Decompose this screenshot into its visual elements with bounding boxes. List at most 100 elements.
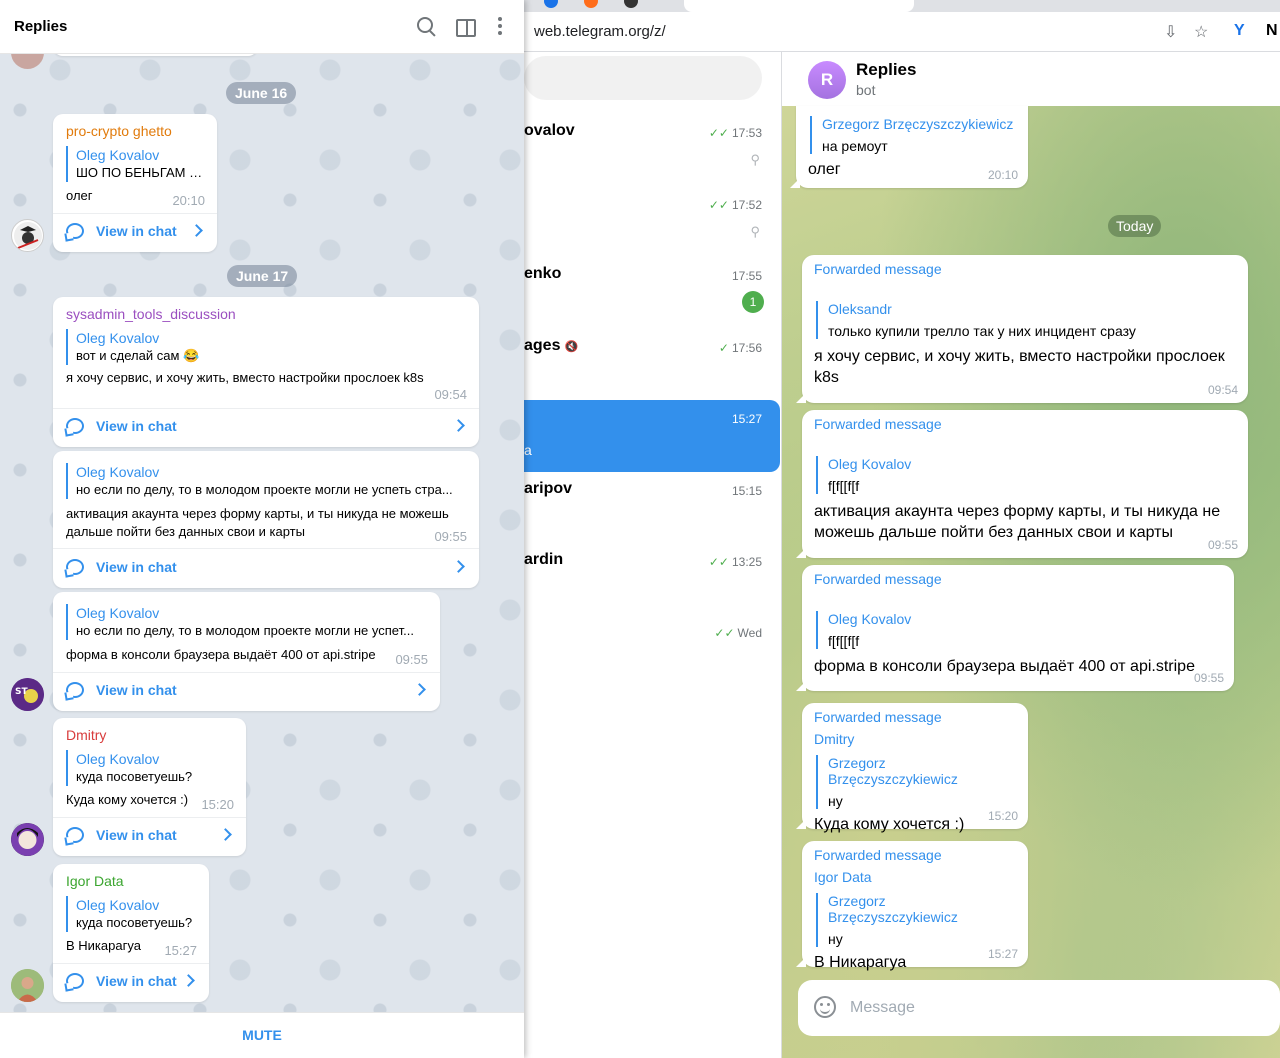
list-item[interactable]: pro-crypto ghetto Oleg Kovalov ШО ПО БЕН…	[53, 114, 217, 252]
message-text: форма в консоли браузера выдаёт 400 от a…	[814, 658, 1195, 675]
list-item[interactable]: sysadmin_tools_discussion Oleg Kovalov в…	[53, 297, 479, 447]
list-item[interactable]: Igor Data Oleg Kovalov куда посоветуешь?…	[53, 864, 209, 1002]
message-bubble[interactable]: Forwarded message Oleg Kovalov f[f[[f[f …	[796, 410, 1248, 558]
sender-name[interactable]: Dmitry	[66, 727, 106, 743]
emoji-icon[interactable]	[814, 996, 836, 1018]
view-in-chat-button[interactable]: View in chat	[65, 967, 199, 997]
url-text[interactable]: web.telegram.org/z/	[534, 23, 666, 40]
view-in-chat-button[interactable]: View in chat	[65, 553, 469, 583]
quoted-reply[interactable]: Oleg Kovalov ШО ПО БЕНЬГАМ ???	[66, 146, 204, 182]
quoted-reply[interactable]: Oleg Kovalov куда посоветуешь?	[66, 896, 196, 932]
message-bubble[interactable]: Forwarded message Dmitry Grzegorz Brzęcz…	[796, 703, 1028, 833]
chat-name: aripov	[524, 480, 573, 497]
message-bubble[interactable]: Forwarded message Oleg Kovalov f[f[[f[f …	[796, 565, 1234, 691]
quoted-reply[interactable]: Oleg Kovalov куда посоветуешь?	[66, 750, 233, 786]
chevron-right-icon	[452, 560, 465, 573]
chat-item-active[interactable]: a 15:27	[524, 400, 780, 472]
message-text: активация акаунта через форму карты, и т…	[66, 506, 449, 539]
comment-icon	[66, 559, 84, 575]
chat-item[interactable]: ✓✓ 17:52 ⚲	[524, 186, 780, 258]
star-icon[interactable]: ☆	[1194, 22, 1208, 42]
list-item[interactable]: Oleg Kovalov но если по делу, то в молод…	[53, 592, 440, 711]
comment-icon	[66, 827, 84, 843]
view-in-chat-button[interactable]: View in chat	[65, 821, 236, 851]
chat-time: ✓✓ 17:52	[708, 198, 762, 212]
forwarded-label: Forwarded message	[814, 571, 942, 587]
list-item[interactable]: Dmitry Oleg Kovalov куда посоветуешь? Ку…	[53, 718, 246, 856]
view-in-chat-button[interactable]: View in chat	[65, 217, 207, 247]
chat-name: ardin	[524, 551, 564, 568]
chat-item[interactable]: ages 🔇 ✓ 17:56	[524, 329, 780, 401]
chat-time: 15:27	[731, 412, 762, 426]
quoted-reply[interactable]: Grzegorz Brzęczyszczykiewicz на ремоут	[810, 116, 1018, 154]
tab-active[interactable]	[684, 0, 914, 12]
avatar[interactable]	[11, 969, 44, 1002]
sender-name[interactable]: sysadmin_tools_discussion	[66, 306, 236, 322]
chat-search-input[interactable]	[524, 56, 762, 100]
extension-icon[interactable]: Y	[1234, 22, 1245, 40]
message-text: активация акаунта через форму карты, и т…	[814, 503, 1221, 541]
quote-author: Oleg Kovalov	[828, 611, 912, 627]
sidebar-toggle-icon[interactable]	[454, 16, 476, 38]
tab-favicon[interactable]	[624, 0, 638, 8]
list-item[interactable]: Oleg Kovalov но если по делу, то в молод…	[53, 451, 479, 588]
avatar[interactable]: ST	[11, 678, 44, 711]
tab-strip	[524, 0, 1280, 12]
view-in-chat-label: View in chat	[96, 682, 177, 698]
chat-item[interactable]: ovalov ✓✓ 17:53 ⚲	[524, 114, 780, 186]
mute-button[interactable]: MUTE	[0, 1027, 524, 1043]
forwarded-from[interactable]: Dmitry	[814, 731, 1018, 747]
chat-item[interactable]: ardin ✓✓ 13:25	[524, 543, 780, 615]
quoted-reply[interactable]: Oleg Kovalov f[f[[f[f	[816, 611, 1224, 649]
view-in-chat-label: View in chat	[96, 973, 177, 989]
chat-time: ✓ 17:56	[718, 341, 762, 355]
sender-name[interactable]: Igor Data	[66, 873, 124, 889]
chat-item[interactable]: ✓✓ Wed	[524, 614, 780, 686]
pin-icon: ⚲	[750, 224, 760, 239]
quoted-reply[interactable]: Grzegorz Brzęczyszczykiewicz ну	[816, 755, 1018, 809]
message-time: 09:54	[434, 387, 467, 402]
quote-text: f[f[[f[f	[828, 633, 860, 649]
conversation-header[interactable]: R Replies bot	[782, 52, 1280, 106]
forwarded-from[interactable]: Igor Data	[814, 869, 1018, 885]
quote-text: f[f[[f[f	[828, 478, 860, 494]
replies-header: Replies	[0, 0, 524, 54]
message-input[interactable]	[850, 994, 1250, 1022]
view-in-chat-button[interactable]: View in chat	[65, 676, 430, 706]
tab-favicon[interactable]	[544, 0, 558, 8]
message-text: форма в консоли браузера выдаёт 400 от a…	[66, 647, 376, 662]
quoted-reply[interactable]: Oleksandr только купили трелло так у них…	[816, 301, 1238, 339]
date-separator: Today	[1108, 215, 1162, 237]
avatar[interactable]	[11, 823, 44, 856]
quoted-reply[interactable]: Oleg Kovalov но если по делу, то в молод…	[66, 604, 427, 640]
message-bubble[interactable]: Forwarded message Igor Data Grzegorz Brz…	[796, 841, 1028, 971]
quoted-reply[interactable]: Grzegorz Brzęczyszczykiewicz ну	[816, 893, 1018, 947]
quoted-reply[interactable]: Oleg Kovalov вот и сделай сам 😂	[66, 329, 466, 365]
search-icon[interactable]	[415, 16, 437, 38]
quoted-reply[interactable]: Oleg Kovalov но если по делу, то в молод…	[66, 463, 466, 499]
quote-author: Oleg Kovalov	[828, 456, 912, 472]
extension-icon[interactable]: N	[1266, 22, 1278, 40]
install-icon[interactable]: ⇩	[1164, 22, 1177, 42]
message-text: я хочу сервис, и хочу жить, вместо настр…	[814, 348, 1225, 386]
more-menu-icon[interactable]	[489, 16, 511, 38]
chat-item[interactable]: aripov 15:15	[524, 472, 780, 544]
message-time: 15:27	[164, 943, 197, 958]
chat-name: ovalov	[524, 122, 575, 139]
quote-author: Grzegorz Brzęczyszczykiewicz	[828, 893, 958, 925]
avatar[interactable]	[11, 219, 44, 252]
date-separator: June 17	[227, 265, 298, 287]
quoted-reply[interactable]: Oleg Kovalov f[f[[f[f	[816, 456, 1238, 494]
tab-favicon[interactable]	[584, 0, 598, 8]
message-bubble[interactable]: Grzegorz Brzęczyszczykiewicz на ремоут о…	[790, 106, 1028, 188]
avatar[interactable]: R	[808, 61, 846, 99]
quote-text: ну	[828, 931, 843, 947]
address-bar[interactable]: web.telegram.org/z/ ⇩ ☆ Y N	[524, 12, 1280, 52]
chat-list: ovalov ✓✓ 17:53 ⚲ ✓✓ 17:52 ⚲ enko 17:55 1 …	[524, 52, 782, 1058]
sender-name[interactable]: pro-crypto ghetto	[66, 123, 172, 139]
quote-text: на ремоут	[822, 138, 888, 154]
view-in-chat-button[interactable]: View in chat	[65, 412, 469, 442]
message-bubble[interactable]: Forwarded message Oleksandr только купил…	[796, 255, 1248, 403]
chat-name: ages 🔇	[524, 337, 579, 354]
chat-item[interactable]: enko 17:55 1	[524, 257, 780, 329]
